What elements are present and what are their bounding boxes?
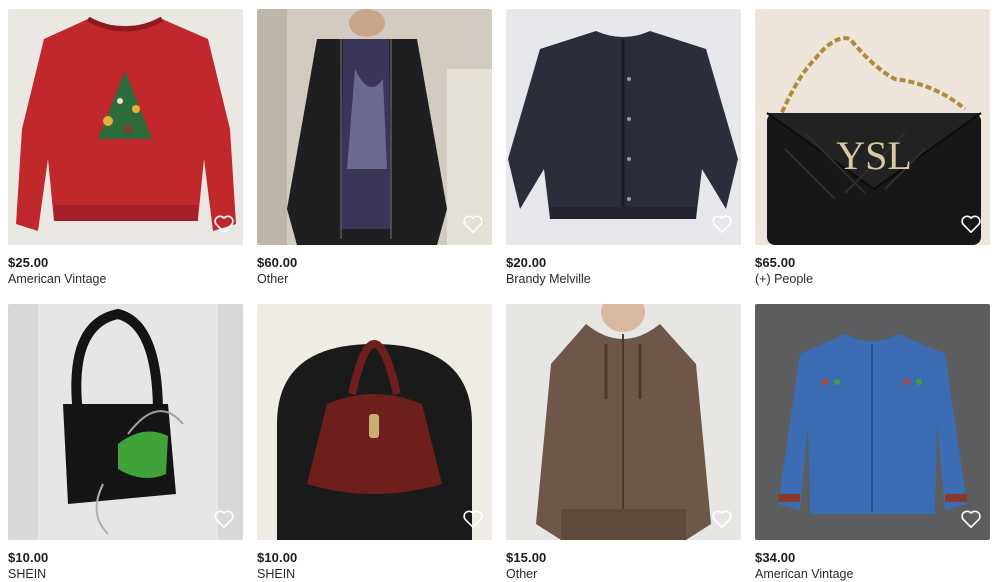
- listing-card[interactable]: $10.00 SHEIN: [8, 304, 243, 582]
- black-and-green-bags-image: [8, 304, 243, 540]
- heart-outline-icon[interactable]: [213, 509, 235, 529]
- black-quilted-chain-bag-image: YSL: [755, 9, 990, 245]
- listing-brand: Brandy Melville: [506, 272, 591, 286]
- listing-image[interactable]: [506, 304, 741, 540]
- heart-outline-icon[interactable]: [462, 214, 484, 234]
- heart-outline-icon[interactable]: [960, 509, 982, 529]
- listing-price: $10.00: [257, 550, 298, 565]
- navy-bomber-jacket-image: [506, 9, 741, 245]
- denim-embroidered-jacket-image: [755, 304, 990, 540]
- listing-image[interactable]: [257, 304, 492, 540]
- listing-card[interactable]: $20.00 Brandy Melville: [506, 9, 741, 287]
- listing-price: $20.00: [506, 255, 547, 270]
- svg-text:YSL: YSL: [836, 133, 912, 178]
- heart-outline-icon[interactable]: [960, 214, 982, 234]
- heart-outline-icon[interactable]: [213, 214, 235, 234]
- listing-brand: Other: [257, 272, 289, 286]
- listing-price: $10.00: [8, 550, 49, 565]
- listing-card[interactable]: $10.00 SHEIN: [257, 304, 492, 582]
- listing-image[interactable]: [8, 9, 243, 245]
- listing-price: $34.00: [755, 550, 796, 565]
- brown-velour-zip-hoodie-image: [506, 304, 741, 540]
- listing-price: $65.00: [755, 255, 796, 270]
- listing-image[interactable]: [8, 304, 243, 540]
- heart-outline-icon[interactable]: [711, 214, 733, 234]
- listing-brand: SHEIN: [257, 567, 296, 581]
- heart-outline-icon[interactable]: [711, 509, 733, 529]
- red-christmas-sweatshirt-image: [8, 9, 243, 245]
- listing-brand: Other: [506, 567, 538, 581]
- heart-outline-icon[interactable]: [462, 509, 484, 529]
- listing-brand: American Vintage: [755, 567, 854, 581]
- black-leather-jacket-image: [257, 9, 492, 245]
- listing-brand: SHEIN: [8, 567, 47, 581]
- listing-price: $15.00: [506, 550, 547, 565]
- listing-card[interactable]: $25.00 American Vintage: [8, 9, 243, 287]
- listing-card[interactable]: $34.00 American Vintage: [755, 304, 990, 582]
- listing-brand: (+) People: [755, 272, 814, 286]
- listing-image[interactable]: [506, 9, 741, 245]
- listing-card[interactable]: $60.00 Other: [257, 9, 492, 287]
- burgundy-leather-hobo-bag-image: [257, 304, 492, 540]
- listing-image[interactable]: [755, 304, 990, 540]
- listings-grid: $25.00 American Vintage $60.00 Other $20…: [8, 9, 992, 582]
- listing-image[interactable]: YSL: [755, 9, 990, 245]
- listing-brand: American Vintage: [8, 272, 107, 286]
- listing-price: $25.00: [8, 255, 49, 270]
- listing-card[interactable]: $15.00 Other: [506, 304, 741, 582]
- listing-card[interactable]: YSL $65.00 (+) People: [755, 9, 990, 287]
- listing-price: $60.00: [257, 255, 298, 270]
- listing-image[interactable]: [257, 9, 492, 245]
